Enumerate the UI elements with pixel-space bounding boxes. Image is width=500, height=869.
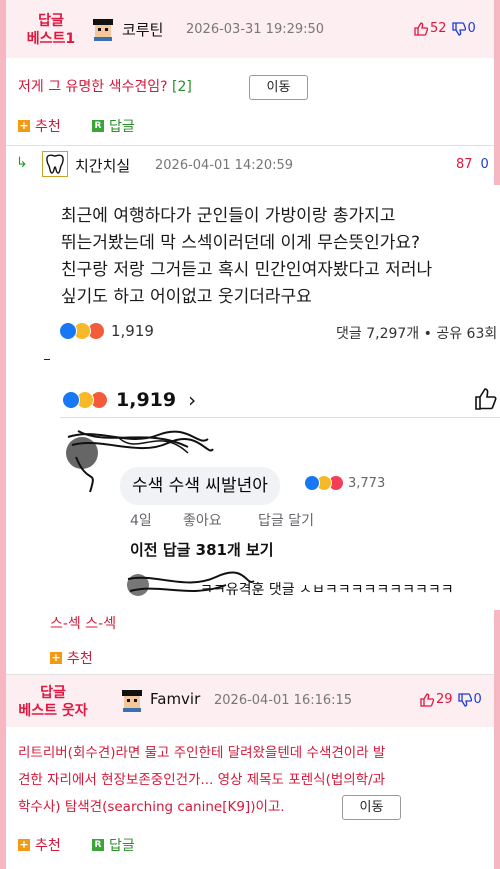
fb-comment-time: 4일 xyxy=(130,513,152,529)
best-comment-2-body: 리트리버(회수견)라면 물고 주인한테 달려왔을텐데 수색견이라 발 견한 자리… xyxy=(6,727,494,869)
post-line-3: 친구랑 저랑 그거듣고 혹시 민간인여자봤다고 저러나 xyxy=(61,260,433,280)
upvote-count: 52 xyxy=(430,21,447,36)
thumbs-up-icon[interactable] xyxy=(414,21,428,36)
reply-icon: R xyxy=(92,839,104,851)
downvote-count: 0 xyxy=(473,692,482,707)
author-name[interactable]: 치간치실 xyxy=(75,155,130,176)
thumbs-up-outline-icon[interactable] xyxy=(474,387,498,411)
tooth-avatar-icon xyxy=(42,151,68,177)
recommend-label: 추천 xyxy=(35,838,61,854)
fb-reaction-count: 1,919 xyxy=(116,389,177,411)
comment-text-content: 저게 그 유명한 색수견임? xyxy=(18,79,168,95)
best-label-line2: 베스트1 xyxy=(26,31,76,47)
post-line-1: 최근에 여행하다가 군인들이 가방이랑 총가지고 xyxy=(61,206,396,226)
reply-button[interactable]: R 답글 xyxy=(92,116,135,136)
thumbs-down-icon[interactable] xyxy=(457,692,472,707)
comment-text-line-1: 리트리버(회수견)라면 물고 주인한테 달려왔을텐데 수색견이라 발 xyxy=(18,745,386,761)
vote-counts: 87 0 xyxy=(456,157,489,172)
plus-icon: + xyxy=(18,838,30,851)
reply-count[interactable]: [2] xyxy=(172,79,192,95)
best-label-line2: 베스트 웃자 xyxy=(18,703,88,719)
best-label: 답글 베스트1 xyxy=(16,12,86,48)
fb-comment-bubble: 수색 수색 씨발년아 xyxy=(120,467,280,505)
divider xyxy=(6,145,494,146)
post-line-2: 뛰는거봤는데 막 스섹이러던데 이게 무슨뜻인가요? xyxy=(61,233,421,253)
recommend-label: 추천 xyxy=(67,651,93,667)
thumbs-up-icon[interactable] xyxy=(420,692,434,707)
recommend-button[interactable]: + 추천 xyxy=(18,835,61,855)
embedded-screenshot: 최근에 여행하다가 군인들이 가방이랑 총가지고 뛰는거봤는데 막 스섹이러던데… xyxy=(44,185,500,610)
best-comment-1: 답글 베스트1 코루틴 2026-03-31 19:29:50 52 0 저게 … xyxy=(6,0,494,145)
plus-icon: + xyxy=(18,119,30,132)
comment-text-line-2: 견한 자리에서 현장보존중인건가... 영상 제목도 포렌식(법의학/과 xyxy=(18,772,386,788)
fb-reply-link[interactable]: 답글 달기 xyxy=(258,510,314,530)
comment-text-line-3: 학수사) 탐색견(searching canine[K9])이고. xyxy=(18,799,285,815)
recommend-button[interactable]: + 추천 xyxy=(50,648,93,668)
plus-icon: + xyxy=(50,651,62,664)
author-name[interactable]: 코루틴 xyxy=(122,19,163,40)
downvote-count: 0 xyxy=(480,157,489,172)
like-reaction-icon xyxy=(304,475,320,491)
recommend-label: 추천 xyxy=(35,119,61,135)
reaction-count: 1,919 xyxy=(111,322,154,340)
vote-counts: 52 0 xyxy=(414,21,476,36)
upvote-count: 29 xyxy=(436,692,453,707)
fb-comment-reactions[interactable]: 3,773 xyxy=(304,475,385,491)
avatar-icon xyxy=(122,690,142,712)
move-button[interactable]: 이동 xyxy=(342,795,401,820)
post-reactions[interactable]: 1,919 xyxy=(59,322,154,340)
thumbs-down-icon[interactable] xyxy=(451,21,466,36)
fb-like-link[interactable]: 좋아요 xyxy=(183,510,222,530)
reply-button[interactable]: R 답글 xyxy=(92,835,135,855)
fb-next-reply-snippet: ㅋㅋ유격훈 댓글 ㅅㅂㅋㅋㅋㅋㅋㅋㅋㅋㅋㅋ xyxy=(200,582,454,598)
fb-comment-reaction-count: 3,773 xyxy=(348,475,386,491)
best-label-line1: 답글 xyxy=(38,13,64,29)
best-comment-2-header: 답글 베스트 웃자 Famvir 2026-04-01 16:16:15 29 … xyxy=(6,675,494,733)
comment-date: 2026-03-31 19:29:50 xyxy=(186,22,325,37)
reply-arrow-icon: ↳ xyxy=(16,155,28,171)
downvote-count: 0 xyxy=(467,21,476,36)
recommend-button[interactable]: + 추천 xyxy=(18,116,61,136)
comment-text: 저게 그 유명한 색수견임? [2] xyxy=(18,75,192,99)
comment-date: 2026-04-01 16:16:15 xyxy=(214,693,353,708)
post-line-4: 싶기도 하고 어이없고 웃기더라구요 xyxy=(61,287,312,307)
best-label-line1: 답글 xyxy=(40,685,66,701)
author-name[interactable]: Famvir xyxy=(150,690,200,708)
fb-reactions[interactable]: 1,919 › xyxy=(62,388,196,412)
comment-date: 2026-04-01 14:20:59 xyxy=(155,158,294,173)
comment-share-count[interactable]: 댓글 7,297개 • 공유 63회 xyxy=(336,323,497,343)
best-comment-2: 답글 베스트 웃자 Famvir 2026-04-01 16:16:15 29 … xyxy=(6,675,494,869)
upvote-count: 87 xyxy=(456,157,473,172)
best-label: 답글 베스트 웃자 xyxy=(8,684,98,720)
chevron-right-icon[interactable]: › xyxy=(188,388,196,412)
best-comment-1-header: 답글 베스트1 코루틴 2026-03-31 19:29:50 52 0 xyxy=(6,0,494,58)
comment-text: 스-섹 스-섹 xyxy=(50,616,117,632)
vote-counts: 29 0 xyxy=(420,692,482,707)
fb-previous-replies[interactable]: 이전 답글 381개 보기 xyxy=(130,539,274,560)
reply-label: 답글 xyxy=(109,119,135,135)
reply-icon: R xyxy=(92,120,104,132)
like-reaction-icon xyxy=(59,322,77,340)
move-button[interactable]: 이동 xyxy=(249,75,308,100)
avatar-icon xyxy=(93,19,113,41)
like-reaction-icon xyxy=(62,391,80,409)
embed-divider xyxy=(44,359,50,360)
reply-label: 답글 xyxy=(109,838,135,854)
best-comment-1-body: 저게 그 유명한 색수견임? [2] 이동 + 추천 R 답글 xyxy=(6,58,494,145)
